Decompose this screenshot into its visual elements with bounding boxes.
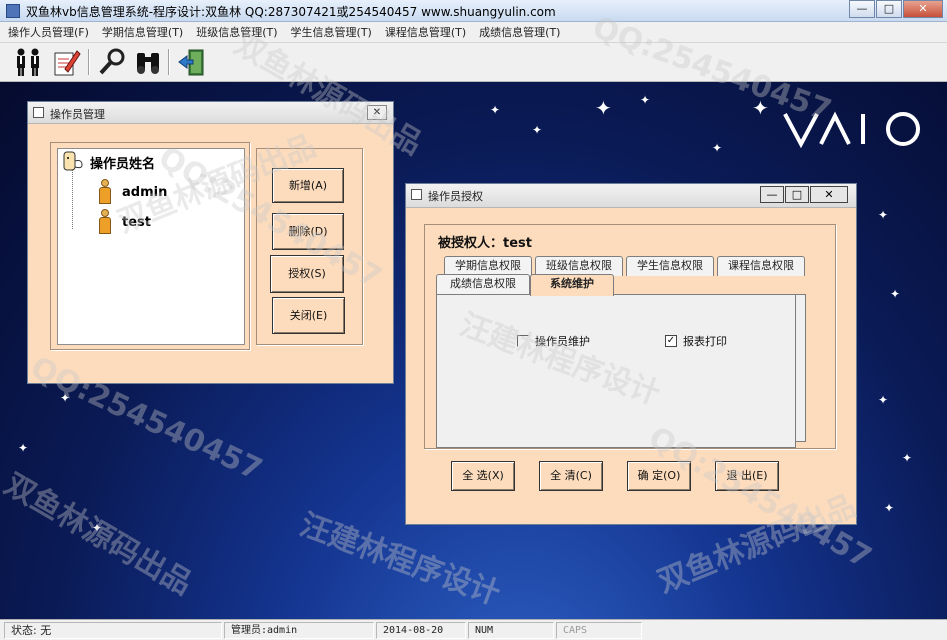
window-icon (411, 189, 422, 200)
star-icon: ✦ (712, 141, 723, 155)
add-button[interactable]: 新增(A) (272, 168, 344, 203)
menu-class-management[interactable]: 班级信息管理(T) (196, 24, 277, 40)
menu-term-management[interactable]: 学期信息管理(T) (102, 24, 183, 40)
root-face-icon (62, 151, 84, 173)
tree-item-admin[interactable]: admin (98, 179, 167, 205)
tab-term-permission[interactable]: 学期信息权限 (444, 256, 532, 276)
star-icon: ✦ (60, 391, 71, 405)
checkbox-unchecked-icon (517, 335, 529, 347)
tab-student-permission[interactable]: 学生信息权限 (626, 256, 714, 276)
star-icon: ✦ (532, 123, 543, 137)
checkbox-operator-maintenance[interactable]: 操作员维护 (517, 333, 590, 349)
star-icon: ✦ (92, 521, 103, 535)
window-icon (33, 107, 44, 118)
menu-student-management[interactable]: 学生信息管理(T) (291, 24, 372, 40)
maximize-button[interactable]: □ (785, 186, 809, 203)
star-icon: ✦ (18, 441, 29, 455)
tab-grade-permission[interactable]: 成绩信息权限 (436, 274, 530, 294)
user-icon (98, 209, 112, 235)
close-operator-button[interactable]: 关闭(E) (272, 297, 345, 334)
maximize-button[interactable]: □ (876, 0, 902, 18)
binoculars-icon[interactable] (130, 46, 166, 78)
menu-grade-management[interactable]: 成绩信息管理(T) (479, 24, 560, 40)
star-icon: ✦ (595, 96, 612, 120)
search-key-icon[interactable] (94, 46, 130, 78)
star-icon: ✦ (884, 501, 895, 515)
tab-panel: 操作员维护 ✓ 报表打印 (436, 294, 796, 448)
status-text: 状态: 无 (4, 622, 222, 639)
title-bar: 双鱼林vb信息管理系统-程序设计:双鱼林 QQ:287307421或254540… (0, 0, 947, 22)
tree-root-label: 操作员姓名 (90, 156, 156, 172)
star-icon: ✦ (490, 103, 501, 117)
date-status: 2014-08-20 (376, 622, 466, 639)
menu-bar: 操作人员管理(F) 学期信息管理(T) 班级信息管理(T) 学生信息管理(T) … (0, 22, 947, 43)
minimize-button[interactable]: — (849, 0, 875, 18)
checkbox-checked-icon: ✓ (665, 335, 677, 347)
delete-button[interactable]: 删除(D) (272, 213, 344, 250)
toolbar-separator (168, 49, 170, 75)
tab-system-maintenance[interactable]: 系统维护 (530, 274, 614, 296)
checkbox-report-printing[interactable]: ✓ 报表打印 (665, 333, 727, 349)
operator-window-title: 操作员管理 (50, 108, 105, 121)
admin-status: 管理员:admin (224, 622, 374, 639)
checkbox-label: 报表打印 (683, 335, 727, 348)
star-icon: ✦ (752, 96, 769, 120)
tree-root[interactable]: 操作员姓名 (62, 151, 155, 173)
auth-window-titlebar: 操作员授权 — □ ✕ (406, 184, 856, 208)
grantee-label: 被授权人：test (438, 236, 532, 251)
tab-class-permission[interactable]: 班级信息权限 (535, 256, 623, 276)
star-icon: ✦ (640, 93, 651, 107)
select-all-button[interactable]: 全 选(X) (451, 461, 515, 491)
operator-window-close-button[interactable]: ✕ (367, 105, 387, 120)
window-controls: — □ ✕ (848, 0, 943, 18)
tree-item-label: test (122, 214, 151, 230)
clear-all-button[interactable]: 全 清(C) (539, 461, 603, 491)
auth-window-controls: — □ ✕ (759, 186, 848, 203)
auth-window-title: 操作员授权 (428, 190, 483, 203)
operator-tree[interactable]: 操作员姓名 admin test (57, 148, 245, 345)
tree-item-label: admin (122, 184, 168, 200)
user-icon (98, 179, 112, 205)
star-icon: ✦ (878, 208, 889, 222)
edit-document-icon[interactable] (48, 46, 84, 78)
operator-window-titlebar: 操作员管理 ✕ (28, 102, 393, 124)
operator-management-window: 操作员管理 ✕ 操作员姓名 admin test 新增(A) 删除(D) 授权(… (27, 101, 394, 384)
menu-operator-management[interactable]: 操作人员管理(F) (8, 24, 89, 40)
toolbar (0, 43, 947, 82)
num-indicator: NUM (468, 622, 554, 639)
app-icon (6, 4, 20, 18)
star-icon: ✦ (890, 287, 901, 301)
menu-course-management[interactable]: 课程信息管理(T) (385, 24, 466, 40)
toolbar-separator (88, 49, 90, 75)
operators-icon[interactable] (10, 46, 46, 78)
window-title: 双鱼林vb信息管理系统-程序设计:双鱼林 QQ:287307421或254540… (26, 5, 556, 19)
authorize-button[interactable]: 授权(S) (270, 255, 344, 293)
close-button[interactable]: ✕ (903, 0, 943, 18)
exit-button[interactable]: 退 出(E) (715, 461, 779, 491)
authorization-window: 操作员授权 — □ ✕ 被授权人：test 学期信息权限 班级信息权限 学生信息… (405, 183, 857, 525)
star-icon: ✦ (878, 393, 889, 407)
checkbox-label: 操作员维护 (535, 335, 590, 348)
close-button[interactable]: ✕ (810, 186, 848, 203)
tab-course-permission[interactable]: 课程信息权限 (717, 256, 805, 276)
caps-indicator: CAPS (556, 622, 642, 639)
star-icon: ✦ (902, 451, 913, 465)
exit-door-icon[interactable] (174, 46, 210, 78)
vaio-logo (783, 110, 933, 153)
tree-item-test[interactable]: test (98, 209, 151, 235)
tree-line (72, 169, 73, 229)
minimize-button[interactable]: — (760, 186, 784, 203)
status-bar: 状态: 无 管理员:admin 2014-08-20 NUM CAPS (0, 619, 947, 640)
confirm-button[interactable]: 确 定(O) (627, 461, 691, 491)
